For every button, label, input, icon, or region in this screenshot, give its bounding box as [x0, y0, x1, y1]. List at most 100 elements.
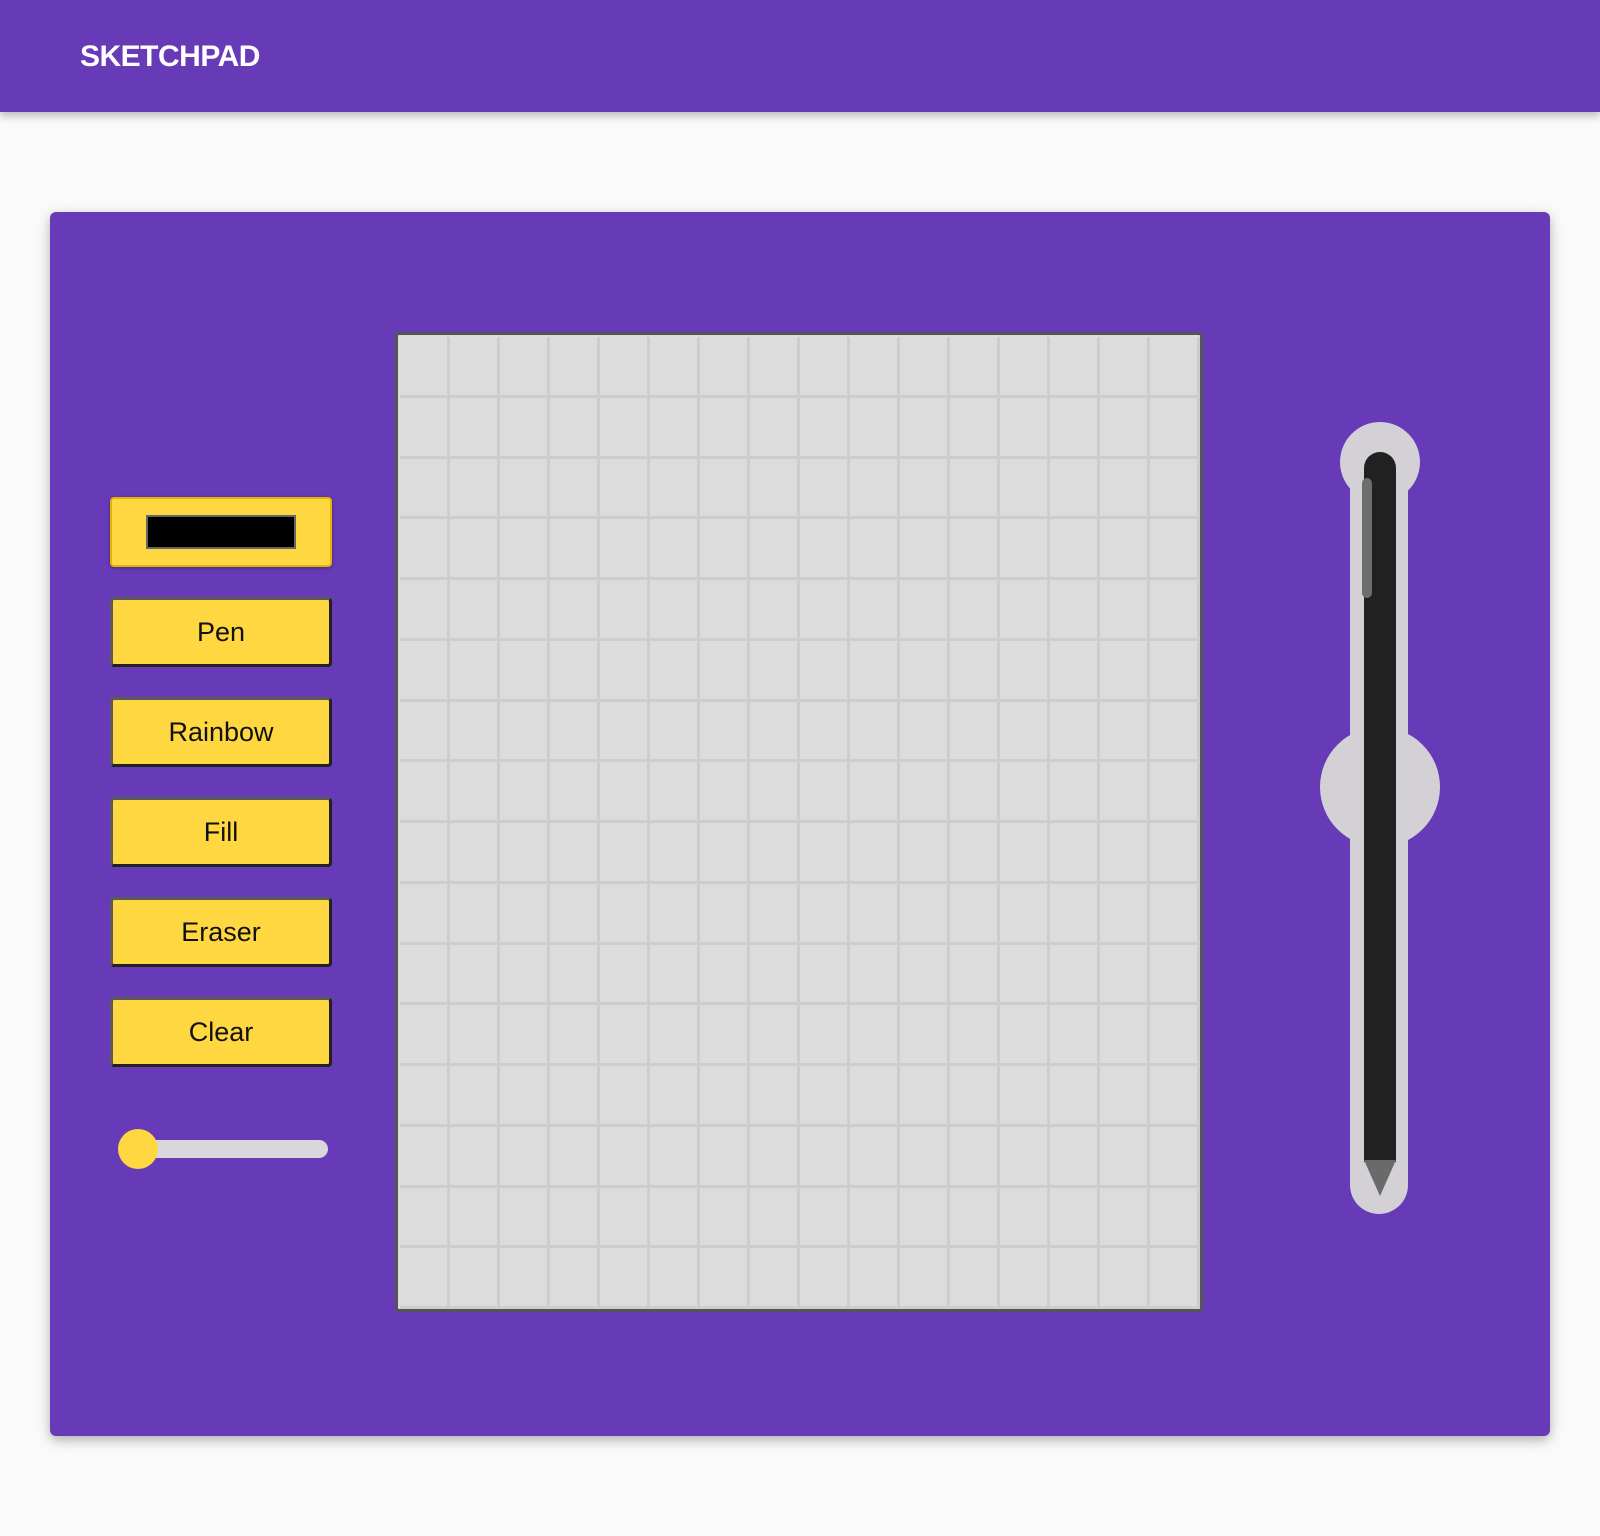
- canvas-cell[interactable]: [1050, 458, 1100, 520]
- canvas-cell[interactable]: [750, 580, 800, 641]
- canvas-cell[interactable]: [700, 1248, 750, 1309]
- canvas-cell[interactable]: [950, 337, 1000, 398]
- canvas-cell[interactable]: [950, 640, 1000, 702]
- canvas-cell[interactable]: [850, 397, 900, 459]
- canvas-cell[interactable]: [600, 397, 650, 459]
- canvas-cell[interactable]: [800, 640, 850, 702]
- canvas-cell[interactable]: [1000, 701, 1050, 763]
- canvas-cell[interactable]: [500, 1005, 550, 1066]
- canvas-cell[interactable]: [600, 458, 650, 520]
- canvas-cell[interactable]: [900, 1066, 950, 1127]
- canvas-cell[interactable]: [1050, 883, 1100, 945]
- canvas-cell[interactable]: [400, 1005, 450, 1066]
- canvas-cell[interactable]: [550, 823, 600, 884]
- rainbow-button[interactable]: Rainbow: [110, 697, 332, 767]
- canvas-cell[interactable]: [550, 1248, 600, 1309]
- canvas-cell[interactable]: [400, 519, 450, 580]
- canvas-cell[interactable]: [700, 1187, 750, 1249]
- pen-button[interactable]: Pen: [110, 597, 332, 667]
- canvas-cell[interactable]: [450, 580, 500, 641]
- canvas-cell[interactable]: [600, 944, 650, 1006]
- canvas-cell[interactable]: [800, 944, 850, 1006]
- clear-button[interactable]: Clear: [110, 997, 332, 1067]
- slider-track[interactable]: [128, 1140, 328, 1158]
- canvas-cell[interactable]: [950, 397, 1000, 459]
- canvas-cell[interactable]: [1000, 580, 1050, 641]
- canvas-cell[interactable]: [850, 337, 900, 398]
- canvas-cell[interactable]: [900, 640, 950, 702]
- canvas-cell[interactable]: [800, 1187, 850, 1249]
- canvas-cell[interactable]: [800, 519, 850, 580]
- canvas-cell[interactable]: [500, 1248, 550, 1309]
- canvas-cell[interactable]: [800, 1066, 850, 1127]
- canvas-cell[interactable]: [950, 580, 1000, 641]
- canvas-cell[interactable]: [800, 1126, 850, 1188]
- canvas-cell[interactable]: [700, 1066, 750, 1127]
- canvas-cell[interactable]: [850, 1005, 900, 1066]
- canvas-cell[interactable]: [850, 640, 900, 702]
- canvas-cell[interactable]: [1050, 823, 1100, 884]
- canvas-cell[interactable]: [400, 883, 450, 945]
- canvas-cell[interactable]: [1050, 1126, 1100, 1188]
- canvas-cell[interactable]: [500, 883, 550, 945]
- canvas-cell[interactable]: [400, 1126, 450, 1188]
- canvas-cell[interactable]: [750, 762, 800, 823]
- canvas-cell[interactable]: [1000, 519, 1050, 580]
- canvas-cell[interactable]: [450, 1126, 500, 1188]
- canvas-cell[interactable]: [500, 1126, 550, 1188]
- canvas-cell[interactable]: [1000, 944, 1050, 1006]
- canvas-cell[interactable]: [1100, 640, 1150, 702]
- canvas-cell[interactable]: [550, 1187, 600, 1249]
- canvas-cell[interactable]: [650, 640, 700, 702]
- canvas-cell[interactable]: [400, 1066, 450, 1127]
- canvas-cell[interactable]: [750, 701, 800, 763]
- canvas-grid[interactable]: [400, 337, 1200, 1309]
- canvas-cell[interactable]: [1050, 1248, 1100, 1309]
- canvas-cell[interactable]: [1050, 1005, 1100, 1066]
- canvas-cell[interactable]: [850, 1248, 900, 1309]
- canvas-cell[interactable]: [1100, 1248, 1150, 1309]
- canvas-cell[interactable]: [550, 519, 600, 580]
- canvas-cell[interactable]: [950, 1126, 1000, 1188]
- canvas-cell[interactable]: [500, 1187, 550, 1249]
- canvas-cell[interactable]: [1100, 1005, 1150, 1066]
- canvas-cell[interactable]: [900, 337, 950, 398]
- canvas-cell[interactable]: [500, 458, 550, 520]
- canvas-cell[interactable]: [850, 944, 900, 1006]
- canvas-cell[interactable]: [700, 397, 750, 459]
- canvas-cell[interactable]: [700, 337, 750, 398]
- canvas-cell[interactable]: [800, 580, 850, 641]
- canvas-cell[interactable]: [400, 580, 450, 641]
- canvas-cell[interactable]: [950, 1005, 1000, 1066]
- canvas-cell[interactable]: [1050, 640, 1100, 702]
- canvas-cell[interactable]: [650, 1066, 700, 1127]
- canvas-cell[interactable]: [1150, 519, 1200, 580]
- canvas-cell[interactable]: [800, 397, 850, 459]
- canvas-cell[interactable]: [800, 1248, 850, 1309]
- canvas-cell[interactable]: [650, 458, 700, 520]
- canvas-cell[interactable]: [500, 762, 550, 823]
- canvas-cell[interactable]: [700, 519, 750, 580]
- canvas-cell[interactable]: [1150, 337, 1200, 398]
- canvas-cell[interactable]: [900, 944, 950, 1006]
- canvas-cell[interactable]: [1000, 397, 1050, 459]
- canvas-cell[interactable]: [450, 762, 500, 823]
- canvas-cell[interactable]: [600, 1248, 650, 1309]
- canvas-cell[interactable]: [1000, 458, 1050, 520]
- canvas-cell[interactable]: [550, 762, 600, 823]
- canvas-cell[interactable]: [400, 823, 450, 884]
- canvas-cell[interactable]: [1150, 397, 1200, 459]
- canvas-cell[interactable]: [400, 458, 450, 520]
- canvas-cell[interactable]: [450, 337, 500, 398]
- canvas-cell[interactable]: [550, 883, 600, 945]
- canvas-cell[interactable]: [400, 701, 450, 763]
- canvas-cell[interactable]: [950, 883, 1000, 945]
- canvas-cell[interactable]: [750, 640, 800, 702]
- canvas-cell[interactable]: [800, 823, 850, 884]
- canvas-cell[interactable]: [950, 1066, 1000, 1127]
- canvas-cell[interactable]: [450, 1005, 500, 1066]
- canvas-cell[interactable]: [1100, 337, 1150, 398]
- canvas-cell[interactable]: [850, 762, 900, 823]
- canvas-cell[interactable]: [600, 1005, 650, 1066]
- canvas-cell[interactable]: [700, 640, 750, 702]
